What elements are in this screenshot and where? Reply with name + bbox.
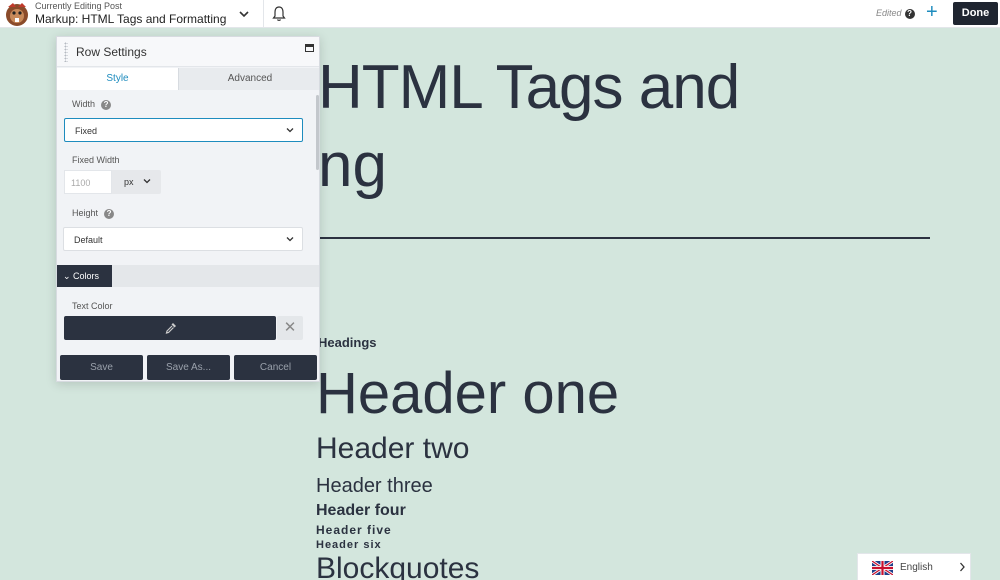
- done-button[interactable]: Done: [953, 2, 998, 25]
- beaver-logo-icon: [6, 3, 28, 26]
- maximize-icon[interactable]: [305, 44, 314, 52]
- colors-section-toggle[interactable]: ⌄ Colors: [57, 265, 112, 287]
- heading-five: Header five: [316, 523, 392, 537]
- clear-color-button[interactable]: ✕: [277, 316, 303, 340]
- unit-select-value: px: [124, 177, 134, 187]
- save-as-button[interactable]: Save As...: [147, 355, 230, 380]
- row-settings-panel: Row Settings Style Advanced Width? Fixed…: [56, 36, 320, 382]
- height-label-row: Height?: [72, 208, 115, 219]
- caret-down-icon: ⌄: [63, 271, 74, 281]
- text-color-picker[interactable]: [64, 316, 276, 340]
- height-select[interactable]: Default: [63, 227, 303, 251]
- text-color-label: Text Color: [72, 301, 113, 311]
- fixed-width-input[interactable]: 1100: [64, 170, 112, 194]
- drag-handle-icon[interactable]: [64, 42, 68, 62]
- help-icon[interactable]: ?: [904, 9, 915, 19]
- topbar-divider: [263, 0, 264, 28]
- chevron-down-icon: [286, 128, 294, 133]
- chevron-down-icon: [286, 237, 294, 242]
- heading-three: Header three: [316, 475, 433, 497]
- horizontal-rule: [318, 237, 930, 239]
- language-label: English: [900, 562, 933, 573]
- panel-tabs: Style Advanced: [57, 68, 319, 90]
- fixed-width-label: Fixed Width: [72, 155, 120, 165]
- heading-two: Header two: [316, 432, 470, 465]
- edited-status: Edited?: [876, 8, 915, 19]
- page-title-line1: HTML Tags and: [318, 53, 740, 122]
- uk-flag-icon: [872, 561, 893, 575]
- heading-four: Header four: [316, 502, 406, 519]
- editing-label: Currently Editing Post: [35, 1, 123, 11]
- blockquotes-heading: Blockquotes: [316, 552, 480, 580]
- language-switcher[interactable]: English: [857, 553, 971, 580]
- post-title[interactable]: Markup: HTML Tags and Formatting: [35, 12, 226, 26]
- add-content-button[interactable]: +: [926, 2, 938, 22]
- top-bar: Currently Editing Post Markup: HTML Tags…: [0, 0, 1000, 28]
- page-title-line2: ng: [318, 131, 387, 200]
- help-icon[interactable]: ?: [101, 99, 112, 110]
- panel-scrollbar[interactable]: [316, 95, 319, 170]
- edited-status-text: Edited: [876, 8, 902, 18]
- save-button[interactable]: Save: [60, 355, 143, 380]
- panel-title: Row Settings: [76, 45, 147, 59]
- eyedropper-icon: [165, 323, 176, 334]
- cancel-button[interactable]: Cancel: [234, 355, 317, 380]
- tab-advanced[interactable]: Advanced: [178, 68, 319, 90]
- heading-six: Header six: [316, 539, 382, 551]
- unit-select[interactable]: px: [112, 170, 161, 194]
- height-select-value: Default: [74, 235, 103, 245]
- chevron-down-icon: [143, 179, 151, 184]
- tab-style[interactable]: Style: [57, 68, 178, 90]
- colors-section-bar: ⌄ Colors: [57, 265, 319, 287]
- height-label: Height: [72, 208, 99, 218]
- width-label: Width: [72, 99, 96, 109]
- panel-header[interactable]: Row Settings: [57, 37, 319, 67]
- chevron-down-icon[interactable]: [236, 6, 252, 22]
- chevron-right-icon: [960, 562, 965, 572]
- width-select[interactable]: Fixed: [64, 118, 303, 142]
- bell-icon[interactable]: [271, 5, 287, 23]
- help-icon[interactable]: ?: [104, 208, 115, 219]
- width-label-row: Width?: [72, 99, 112, 110]
- colors-section-label: Colors: [73, 271, 100, 281]
- section-heading: Headings: [318, 335, 377, 350]
- width-select-value: Fixed: [75, 126, 98, 136]
- heading-one: Header one: [316, 361, 620, 426]
